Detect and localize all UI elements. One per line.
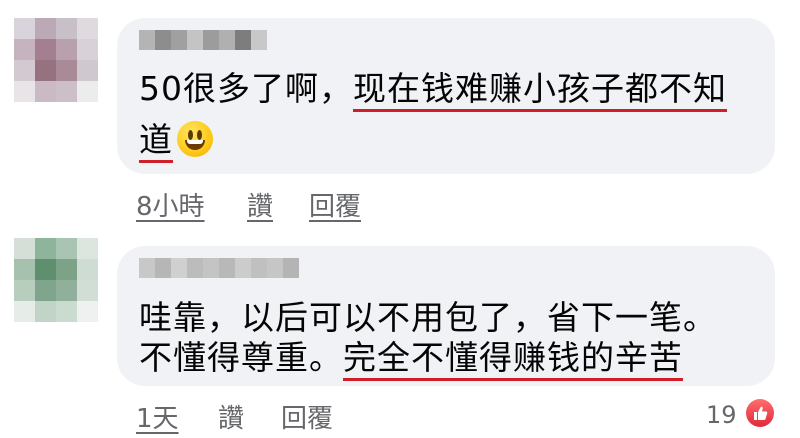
thumbs-up-icon[interactable] — [746, 399, 774, 427]
avatar-pixel — [56, 39, 77, 60]
avatar-pixel — [14, 60, 35, 81]
avatar-pixel — [56, 81, 77, 102]
avatar-pixel — [35, 81, 56, 102]
commenter-name[interactable] — [139, 30, 267, 50]
name-pixel — [171, 258, 187, 278]
avatar-pixel — [77, 259, 98, 280]
avatar-pixel — [77, 238, 98, 259]
like-button[interactable]: 讚 — [247, 186, 273, 223]
reply-button[interactable]: 回覆 — [309, 186, 361, 223]
avatar-pixel — [14, 39, 35, 60]
avatar-pixel — [35, 259, 56, 280]
avatar-pixel — [14, 280, 35, 301]
comment-text-underlined: 完全不懂得赚钱的辛苦 — [343, 338, 683, 377]
name-pixel — [203, 258, 219, 278]
comment-text-line-2: 不懂得尊重。完全不懂得赚钱的辛苦 — [139, 334, 683, 382]
avatar-pixel — [56, 238, 77, 259]
name-pixel — [155, 258, 171, 278]
avatar-pixel — [77, 280, 98, 301]
commenter-name[interactable] — [139, 258, 299, 278]
comment-text-line-2: 道 — [139, 116, 213, 164]
name-pixel — [139, 30, 155, 50]
avatar-pixel — [77, 81, 98, 102]
name-pixel — [267, 258, 283, 278]
avatar-pixel — [56, 301, 77, 322]
comment-bubble: 50很多了啊，现在钱难赚小孩子都不知 道 — [117, 18, 775, 174]
like-button[interactable]: 讚 — [218, 398, 244, 435]
avatar-pixel — [35, 301, 56, 322]
avatar-pixel — [56, 280, 77, 301]
avatar-pixel — [35, 39, 56, 60]
name-pixel — [219, 258, 235, 278]
comment-text-plain: 哇靠，以后可以不用包了，省下一笔。 — [139, 298, 717, 337]
smiling-emoji-icon — [177, 121, 213, 157]
comment-text-plain: 不懂得尊重。 — [139, 338, 343, 377]
avatar-pixel — [35, 238, 56, 259]
comment-text: 50很多了啊，现在钱难赚小孩子都不知 — [139, 65, 727, 113]
name-pixel — [139, 258, 155, 278]
name-pixel — [203, 30, 219, 50]
avatar-pixel — [56, 60, 77, 81]
comment-bubble: 哇靠，以后可以不用包了，省下一笔。 不懂得尊重。完全不懂得赚钱的辛苦 — [117, 246, 775, 386]
commenter-avatar[interactable] — [14, 238, 98, 322]
avatar-pixel — [77, 18, 98, 39]
reaction-count[interactable]: 19 — [706, 401, 737, 429]
avatar-pixel — [14, 259, 35, 280]
avatar-pixel — [14, 81, 35, 102]
avatar-pixel — [77, 39, 98, 60]
comment-timestamp[interactable]: 1天 — [136, 398, 179, 435]
name-pixel — [251, 30, 267, 50]
comment-text-underlined: 道 — [139, 120, 213, 159]
avatar-pixel — [14, 301, 35, 322]
avatar-pixel — [56, 259, 77, 280]
reply-button[interactable]: 回覆 — [281, 398, 333, 435]
name-pixel — [283, 258, 299, 278]
commenter-avatar[interactable] — [14, 18, 98, 102]
name-pixel — [155, 30, 171, 50]
name-pixel — [171, 30, 187, 50]
name-pixel — [235, 30, 251, 50]
comment-timestamp[interactable]: 8小時 — [136, 186, 205, 223]
name-pixel — [219, 30, 235, 50]
comment-text-underlined: 现在钱难赚小孩子都不知 — [353, 69, 727, 108]
avatar-pixel — [56, 18, 77, 39]
name-pixel — [187, 258, 203, 278]
name-pixel — [251, 258, 267, 278]
avatar-pixel — [35, 18, 56, 39]
avatar-pixel — [14, 238, 35, 259]
name-pixel — [187, 30, 203, 50]
avatar-pixel — [14, 18, 35, 39]
name-pixel — [235, 258, 251, 278]
avatar-pixel — [35, 280, 56, 301]
avatar-pixel — [77, 60, 98, 81]
comment-text-plain: 50很多了啊， — [139, 69, 353, 108]
avatar-pixel — [35, 60, 56, 81]
avatar-pixel — [77, 301, 98, 322]
